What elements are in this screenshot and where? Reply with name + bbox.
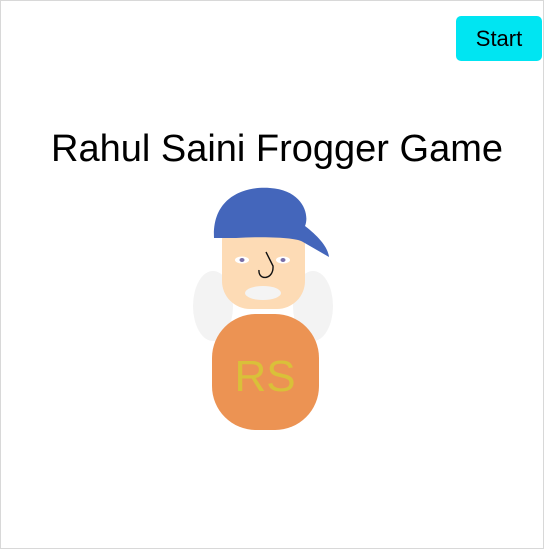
frog-character: RS bbox=[193, 187, 333, 430]
right-pupil bbox=[280, 258, 286, 262]
mouth bbox=[245, 286, 281, 300]
left-pupil bbox=[239, 258, 245, 262]
character-monogram: RS bbox=[234, 352, 295, 401]
